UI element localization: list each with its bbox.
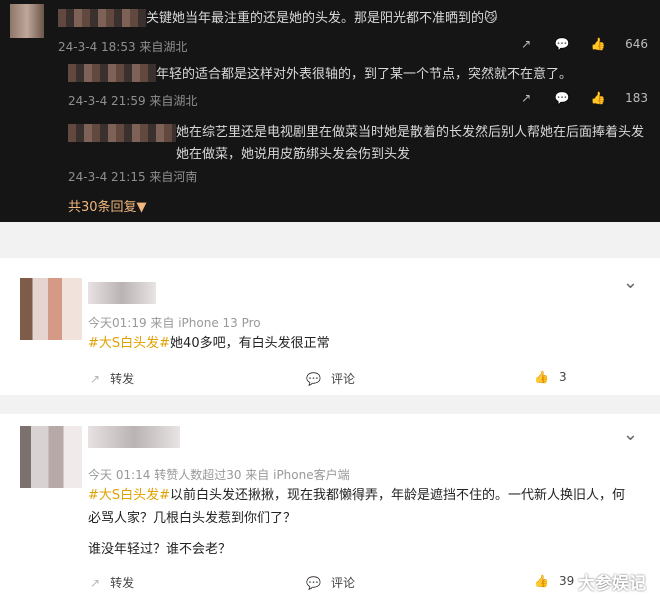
reply-text: 她在综艺里还是电视剧里在做菜当时她是散着的长发然后别人帮她在后面捧着头发她在做菜… [176,125,645,162]
reply-meta: 24-3-4 18:53 来自湖北 [58,40,188,54]
reply-meta: 24-3-4 21:15 来自河南 [68,170,198,184]
like-button[interactable]: 👍 39 [534,574,574,588]
avatar [10,4,44,38]
comment-icon[interactable]: 💬 [553,89,571,107]
username-blur [88,282,156,304]
comment-card-1: ⌄ 今天01:19 来自 iPhone 13 Pro #大S白头发#她40多吧，… [0,258,660,395]
reply-text: 年轻的适合都是这样对外表很轴的，到了某一个节点，突然就不在意了。 [156,67,573,82]
comment-button[interactable]: 💬 评论 [306,574,355,591]
share-icon[interactable]: ↗ [517,35,535,53]
like-button[interactable]: 👍 3 [534,370,567,384]
comment-button[interactable]: 💬 评论 [306,370,355,387]
reply-count-toggle[interactable]: 共30条回复▼ [68,196,147,215]
comment-text: #大S白头发#她40多吧，有白头发很正常 [88,336,330,351]
avatar [20,426,82,488]
repost-button[interactable]: ↗ 转发 [90,574,134,591]
reply-meta: 24-3-4 21:59 来自湖北 [68,94,198,108]
repost-icon: ↗ [90,371,101,386]
comment-text: #大S白头发#以前白头发还揪揪，现在我都懒得弄，年龄是遮挡不住的。一代新人换旧人… [88,488,626,526]
like-icon: 👍 [534,574,549,588]
username-blur [68,64,156,82]
reply-actions: ↗ 💬 👍 183 [517,89,648,107]
avatar [20,278,82,340]
hashtag-link[interactable]: #大S白头发# [88,336,170,351]
comment-icon: 💬 [306,575,321,590]
comment-time: 今天01:19 来自 iPhone 13 Pro [88,316,261,330]
username-blur [88,426,180,448]
reply-thread: 关键她当年最注重的还是她的头发。那是阳光都不准晒到的😼 24-3-4 18:53… [0,0,660,222]
like-icon[interactable]: 👍 [589,89,607,107]
comment-icon: 💬 [306,371,321,386]
watermark: 大参娱记 [578,574,646,594]
comment-time: 今天 01:14 转赞人数超过30 来自 iPhone客户端 [88,468,350,482]
comment-icon[interactable]: 💬 [553,35,571,53]
share-icon[interactable]: ↗ [517,89,535,107]
comment-text-line-2: 谁没年轻过？谁不会老？ [88,542,232,557]
chevron-down-icon[interactable]: ⌄ [623,424,638,445]
repost-icon: ↗ [90,575,101,590]
like-count: 646 [625,37,648,51]
chevron-down-icon[interactable]: ⌄ [623,272,638,293]
hashtag-link[interactable]: #大S白头发# [88,488,170,503]
username-blur [68,124,176,142]
like-icon[interactable]: 👍 [589,35,607,53]
reply-actions: ↗ 💬 👍 646 [517,35,648,53]
like-icon: 👍 [534,370,549,384]
comment-card-2: ⌄ 今天 01:14 转赞人数超过30 来自 iPhone客户端 #大S白头发#… [0,414,660,602]
username-blur [58,9,146,27]
like-count: 183 [625,91,648,105]
reply-text: 关键她当年最注重的还是她的头发。那是阳光都不准晒到的😼 [146,11,498,26]
repost-button[interactable]: ↗ 转发 [90,370,134,387]
